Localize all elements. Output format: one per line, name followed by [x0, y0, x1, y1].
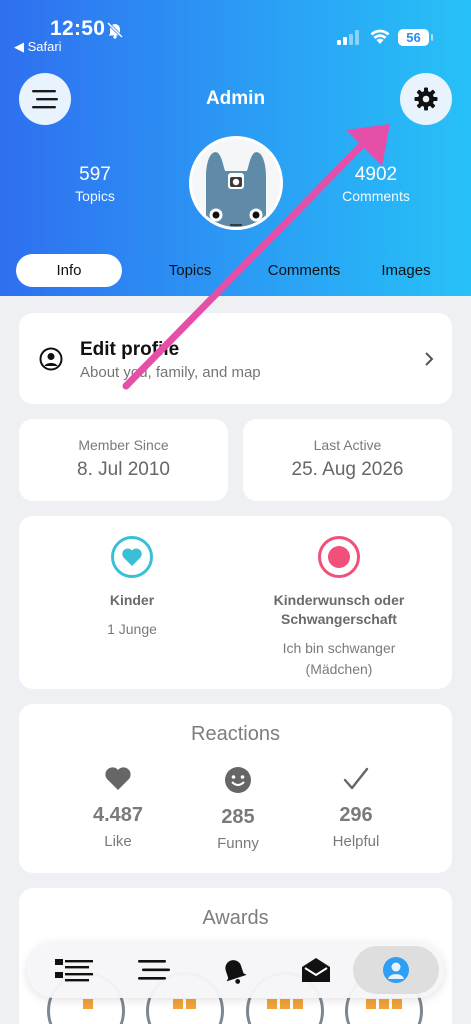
wifi-icon — [370, 29, 390, 44]
edit-profile-card[interactable]: Edit profile About you, family, and map — [19, 313, 452, 404]
edit-profile-subtitle: About you, family, and map — [80, 364, 261, 381]
tab-info[interactable]: Info — [16, 254, 122, 287]
last-active-card: Last Active 25. Aug 2026 — [243, 419, 452, 501]
user-circle-icon — [39, 347, 63, 371]
wish-value-line2: (Mädchen) — [305, 661, 373, 677]
comments-count: 4902 — [354, 164, 398, 185]
wish-value: Ich bin schwanger (Mädchen) — [245, 638, 433, 680]
wish-value-line1: Ich bin schwanger — [282, 640, 396, 656]
status-time: 12:50 — [50, 17, 106, 40]
bunny-avatar-icon — [192, 139, 280, 227]
like-count: 4.487 — [92, 804, 144, 826]
profile-icon — [383, 957, 409, 983]
settings-button[interactable] — [400, 73, 452, 125]
wish-title: Kinderwunsch oder Schwangerschaft — [245, 591, 433, 629]
tab-topics[interactable]: Topics — [136, 254, 244, 287]
heart-icon — [105, 767, 131, 790]
topics-stat[interactable]: 597 Topics — [35, 164, 155, 204]
heart-badge-icon — [111, 536, 153, 578]
nav-profile[interactable] — [353, 946, 439, 994]
chevron-right-icon — [425, 352, 434, 366]
tab-comments[interactable]: Comments — [244, 254, 364, 287]
reactions-card: Reactions 4.487 Like 285 Funny 296 Helpf… — [19, 704, 452, 873]
mail-icon — [302, 958, 330, 982]
nav-topics-list[interactable] — [33, 946, 115, 994]
edit-profile-title: Edit profile — [80, 339, 180, 360]
tab-images[interactable]: Images — [354, 254, 458, 287]
battery-indicator: 56 — [398, 29, 433, 46]
comments-label: Comments — [342, 188, 410, 204]
topics-label: Topics — [75, 188, 115, 204]
awards-heading: Awards — [202, 907, 269, 929]
gear-icon — [414, 87, 438, 111]
nav-notifications[interactable] — [193, 946, 275, 994]
checkmark-icon — [343, 767, 369, 790]
cell-signal-icon — [337, 30, 359, 45]
bell-off-icon — [106, 21, 124, 39]
reaction-funny: 285 Funny — [178, 766, 298, 852]
bottom-tab-bar — [27, 942, 444, 998]
back-to-safari[interactable]: ◀ Safari — [14, 39, 62, 55]
funny-label: Funny — [217, 835, 259, 852]
wish-title-line2: Schwangerschaft — [281, 611, 397, 627]
record-badge-icon — [318, 536, 360, 578]
profile-tabs: Info Topics Comments Images — [16, 254, 456, 288]
kinder-value: 1 Junge — [107, 621, 157, 637]
like-label: Like — [104, 833, 132, 850]
list-icon — [55, 959, 93, 982]
wish-detail: Kinderwunsch oder Schwangerschaft Ich bi… — [245, 516, 433, 680]
reactions-heading: Reactions — [191, 723, 280, 745]
kinder-detail: Kinder 1 Junge — [19, 516, 245, 640]
member-since-label: Member Since — [78, 437, 169, 453]
smiley-icon — [225, 767, 251, 793]
profile-header: 12:50 ◀ Safari 56 Admin 597 Topics 4902 … — [0, 0, 471, 296]
reaction-like: 4.487 Like — [58, 766, 178, 850]
nav-messages[interactable] — [275, 946, 357, 994]
wish-title-line1: Kinderwunsch oder — [273, 592, 405, 608]
member-since-value: 8. Jul 2010 — [77, 459, 170, 480]
kinder-title: Kinder — [109, 592, 155, 608]
helpful-label: Helpful — [332, 833, 380, 850]
topics-count: 597 — [79, 164, 111, 185]
funny-count: 285 — [221, 806, 255, 828]
bell-icon — [225, 960, 247, 984]
comments-stat[interactable]: 4902 Comments — [316, 164, 436, 204]
member-since-card: Member Since 8. Jul 2010 — [19, 419, 228, 501]
helpful-count: 296 — [339, 804, 373, 826]
status-bar: 12:50 ◀ Safari 56 — [0, 0, 471, 60]
last-active-value: 25. Aug 2026 — [291, 459, 404, 480]
avatar[interactable] — [189, 136, 283, 230]
family-details-card: Kinder 1 Junge Kinderwunsch oder Schwang… — [19, 516, 452, 689]
nav-menu[interactable] — [113, 946, 195, 994]
last-active-label: Last Active — [313, 437, 382, 453]
menu-icon — [138, 960, 170, 980]
reaction-helpful: 296 Helpful — [296, 766, 416, 850]
